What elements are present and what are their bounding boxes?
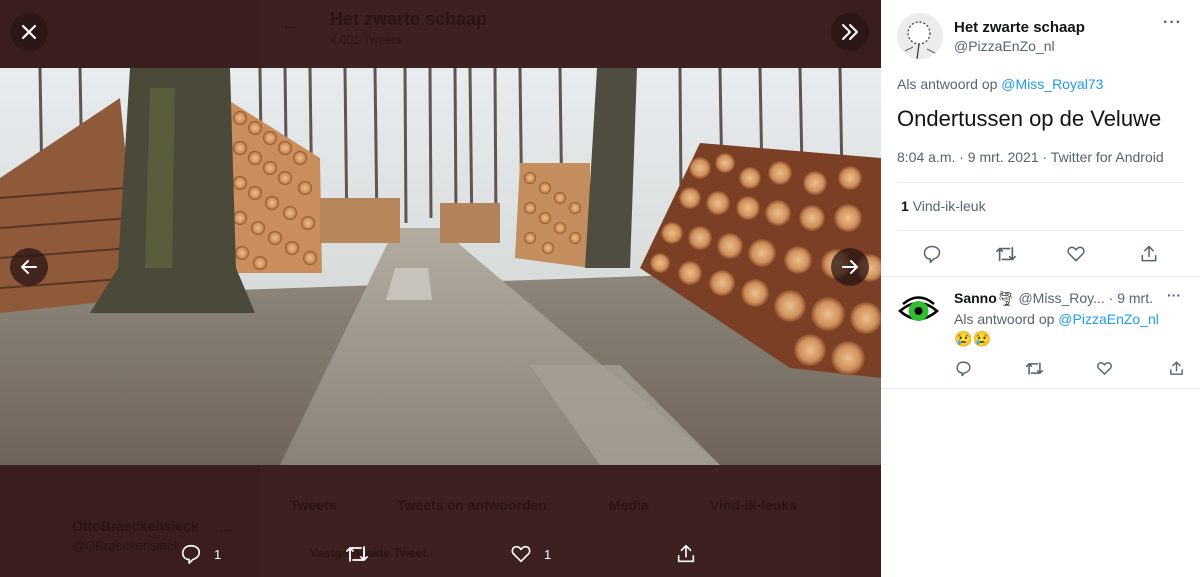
retweet-icon bbox=[996, 246, 1016, 262]
dandelion-avatar-image bbox=[897, 13, 943, 59]
reply-button[interactable] bbox=[914, 236, 950, 272]
reply-like-button[interactable] bbox=[1092, 356, 1116, 380]
previous-image-button[interactable] bbox=[10, 248, 48, 286]
reply-reply-to-link[interactable]: @PizzaEnZo_nl bbox=[1058, 311, 1159, 327]
media-action-bar: 1 1 bbox=[0, 536, 881, 572]
reply-icon bbox=[923, 245, 941, 264]
author-handle[interactable]: @PizzaEnZo_nl bbox=[954, 38, 1055, 54]
close-button[interactable] bbox=[10, 13, 48, 51]
author-avatar[interactable] bbox=[897, 13, 943, 59]
media-share-button[interactable] bbox=[675, 536, 697, 572]
reply-context: Als antwoord op @Miss_Royal73 bbox=[897, 76, 1103, 92]
reply-context-prefix: Als antwoord op bbox=[897, 76, 1002, 92]
double-chevron-right-icon bbox=[842, 24, 858, 40]
media-viewer: ← Het zwarte schaap 4.001 Tweets Tweets … bbox=[0, 0, 881, 577]
tweet-photo[interactable] bbox=[0, 68, 881, 465]
background-tab-replies: Tweets en antwoorden bbox=[397, 497, 547, 513]
share-icon bbox=[677, 544, 695, 563]
reply-icon bbox=[955, 360, 971, 376]
reply-reply-context: Als antwoord op @PizzaEnZo_nl bbox=[954, 311, 1159, 327]
tweet-detail-panel: Het zwarte schaap @PizzaEnZo_nl ··· Als … bbox=[881, 0, 1200, 577]
reply-author-handle[interactable]: @Miss_Roy... bbox=[1018, 290, 1104, 306]
media-retweet-button[interactable] bbox=[345, 536, 369, 572]
next-image-button[interactable] bbox=[831, 248, 869, 286]
media-like-count: 1 bbox=[544, 546, 552, 562]
heart-icon bbox=[1096, 361, 1112, 375]
media-like-button[interactable]: 1 bbox=[510, 536, 551, 572]
arrow-right-icon bbox=[842, 260, 858, 274]
retweet-icon bbox=[1025, 361, 1043, 375]
tweet-action-bar bbox=[881, 236, 1200, 272]
divider bbox=[881, 276, 1200, 277]
reply-reply-button[interactable] bbox=[951, 356, 975, 380]
media-reply-button[interactable]: 1 bbox=[180, 536, 221, 572]
retweet-button[interactable] bbox=[988, 236, 1024, 272]
toggle-panel-button[interactable] bbox=[831, 13, 869, 51]
retweet-icon bbox=[346, 546, 368, 562]
reply-icon bbox=[181, 544, 201, 564]
tornado-emoji-icon: 🌪 bbox=[996, 290, 1015, 306]
share-icon bbox=[1141, 245, 1157, 262]
more-options-icon[interactable]: ··· bbox=[1163, 14, 1182, 32]
green-eye-avatar-image bbox=[897, 289, 940, 332]
background-tab-tweets: Tweets bbox=[290, 497, 337, 513]
reply-action-bar bbox=[881, 356, 1200, 380]
reply-to-link[interactable]: @Miss_Royal73 bbox=[1001, 76, 1103, 92]
background-user-name: OttoBraeckensieck bbox=[72, 518, 199, 534]
likes-count: 1 bbox=[901, 198, 909, 214]
reply-context-prefix: Als antwoord op bbox=[954, 311, 1059, 327]
reply-author-name[interactable]: Sanno bbox=[954, 290, 997, 306]
share-icon bbox=[1169, 360, 1183, 375]
divider bbox=[897, 230, 1184, 231]
reply-retweet-button[interactable] bbox=[1022, 356, 1046, 380]
share-button[interactable] bbox=[1131, 236, 1167, 272]
background-tab-media: Media bbox=[609, 497, 649, 513]
likes-label: Vind-ik-leuk bbox=[912, 198, 986, 214]
arrow-left-icon bbox=[21, 260, 37, 274]
reply-timestamp[interactable]: · 9 mrt. bbox=[1109, 290, 1153, 306]
media-reply-count: 1 bbox=[214, 546, 222, 562]
heart-icon bbox=[511, 545, 531, 563]
divider bbox=[897, 182, 1184, 183]
reply-share-button[interactable] bbox=[1164, 356, 1188, 380]
divider bbox=[881, 388, 1200, 389]
tweet-timestamp[interactable]: 8:04 a.m. · 9 mrt. 2021 · Twitter for An… bbox=[897, 149, 1164, 165]
tweet-text: Ondertussen op de Veluwe bbox=[897, 106, 1162, 131]
reply-header: Sanno🌪 @Miss_Roy... · 9 mrt. bbox=[954, 290, 1153, 307]
heart-icon bbox=[1067, 246, 1085, 262]
background-tab-likes: Vind-ik-leuks bbox=[710, 497, 797, 513]
author-name[interactable]: Het zwarte schaap bbox=[954, 19, 1085, 36]
reply-author-avatar[interactable] bbox=[897, 289, 940, 332]
like-button[interactable] bbox=[1058, 236, 1094, 272]
reply-more-options-icon[interactable]: ··· bbox=[1167, 287, 1181, 303]
close-icon bbox=[21, 24, 37, 40]
back-arrow-icon: ← bbox=[280, 14, 300, 36]
background-tweet-count: 4.001 Tweets bbox=[330, 33, 402, 47]
reply-text: 😢😢 bbox=[954, 331, 992, 348]
background-profile-title: Het zwarte schaap bbox=[330, 9, 488, 29]
likes-summary[interactable]: 1 Vind-ik-leuk bbox=[901, 198, 986, 214]
